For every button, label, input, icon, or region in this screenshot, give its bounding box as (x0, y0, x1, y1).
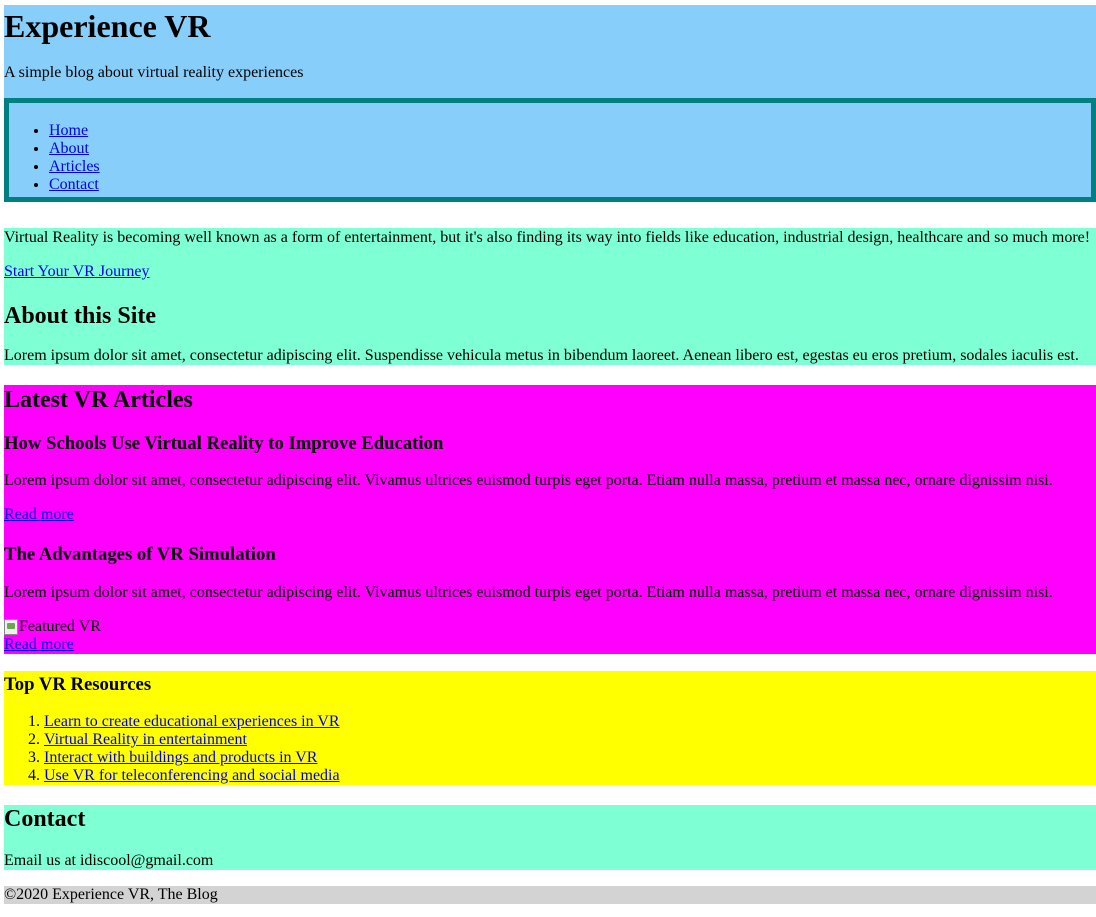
site-header: Experience VR A simple blog about virtua… (4, 5, 1096, 98)
resource-link[interactable]: Learn to create educational experiences … (44, 713, 340, 730)
list-item: Interact with buildings and products in … (44, 749, 340, 767)
nav-link-home[interactable]: Home (49, 122, 88, 139)
start-journey-link[interactable]: Start Your VR Journey (4, 263, 150, 280)
contact-heading: Contact (4, 806, 86, 832)
broken-image-icon (4, 619, 18, 635)
list-item: Virtual Reality in entertainment (44, 731, 340, 749)
article-text: Lorem ipsum dolor sit amet, consectetur … (4, 584, 1053, 601)
read-more-link[interactable]: Read more (4, 636, 74, 653)
nav-item-about: About (49, 140, 100, 158)
featured-image: Featured VR (4, 618, 101, 636)
contact-section: Contact Email us at idiscool@gmail.com (4, 805, 1096, 870)
site-title: Experience VR (4, 8, 211, 44)
featured-image-alt: Featured VR (19, 618, 101, 635)
resources-list: Learn to create educational experiences … (4, 713, 340, 785)
intro-lead: Virtual Reality is becoming well known a… (4, 229, 1091, 246)
intro-section: Virtual Reality is becoming well known a… (4, 228, 1096, 365)
resources-heading: Top VR Resources (4, 674, 152, 695)
nav-item-articles: Articles (49, 158, 100, 176)
about-heading: About this Site (4, 303, 157, 329)
article-title: The Advantages of VR Simulation (4, 544, 276, 565)
list-item: Use VR for teleconferencing and social m… (44, 767, 340, 785)
footer-text: ©2020 Experience VR, The Blog (4, 886, 218, 903)
contact-email: Email us at idiscool@gmail.com (4, 852, 214, 869)
site-tagline: A simple blog about virtual reality expe… (4, 64, 304, 81)
nav-link-contact[interactable]: Contact (49, 176, 99, 193)
resource-link[interactable]: Virtual Reality in entertainment (44, 731, 247, 748)
nav-list: Home About Articles Contact (49, 122, 100, 194)
nav-link-about[interactable]: About (49, 140, 89, 157)
articles-section: Latest VR Articles How Schools Use Virtu… (4, 385, 1096, 654)
list-item: Learn to create educational experiences … (44, 713, 340, 731)
nav-link-articles[interactable]: Articles (49, 158, 100, 175)
resource-link[interactable]: Interact with buildings and products in … (44, 749, 317, 766)
article-title: How Schools Use Virtual Reality to Impro… (4, 433, 444, 454)
article-text: Lorem ipsum dolor sit amet, consectetur … (4, 472, 1053, 489)
site-footer: ©2020 Experience VR, The Blog (4, 886, 1096, 904)
nav-item-home: Home (49, 122, 100, 140)
about-text: Lorem ipsum dolor sit amet, consectetur … (4, 347, 1079, 364)
read-more-link[interactable]: Read more (4, 506, 74, 523)
main-nav: Home About Articles Contact (4, 98, 1096, 202)
resources-section: Top VR Resources Learn to create educati… (4, 671, 1096, 785)
resource-link[interactable]: Use VR for teleconferencing and social m… (44, 767, 340, 784)
page: Experience VR A simple blog about virtua… (4, 5, 1096, 904)
articles-heading: Latest VR Articles (4, 387, 193, 413)
nav-item-contact: Contact (49, 176, 100, 194)
